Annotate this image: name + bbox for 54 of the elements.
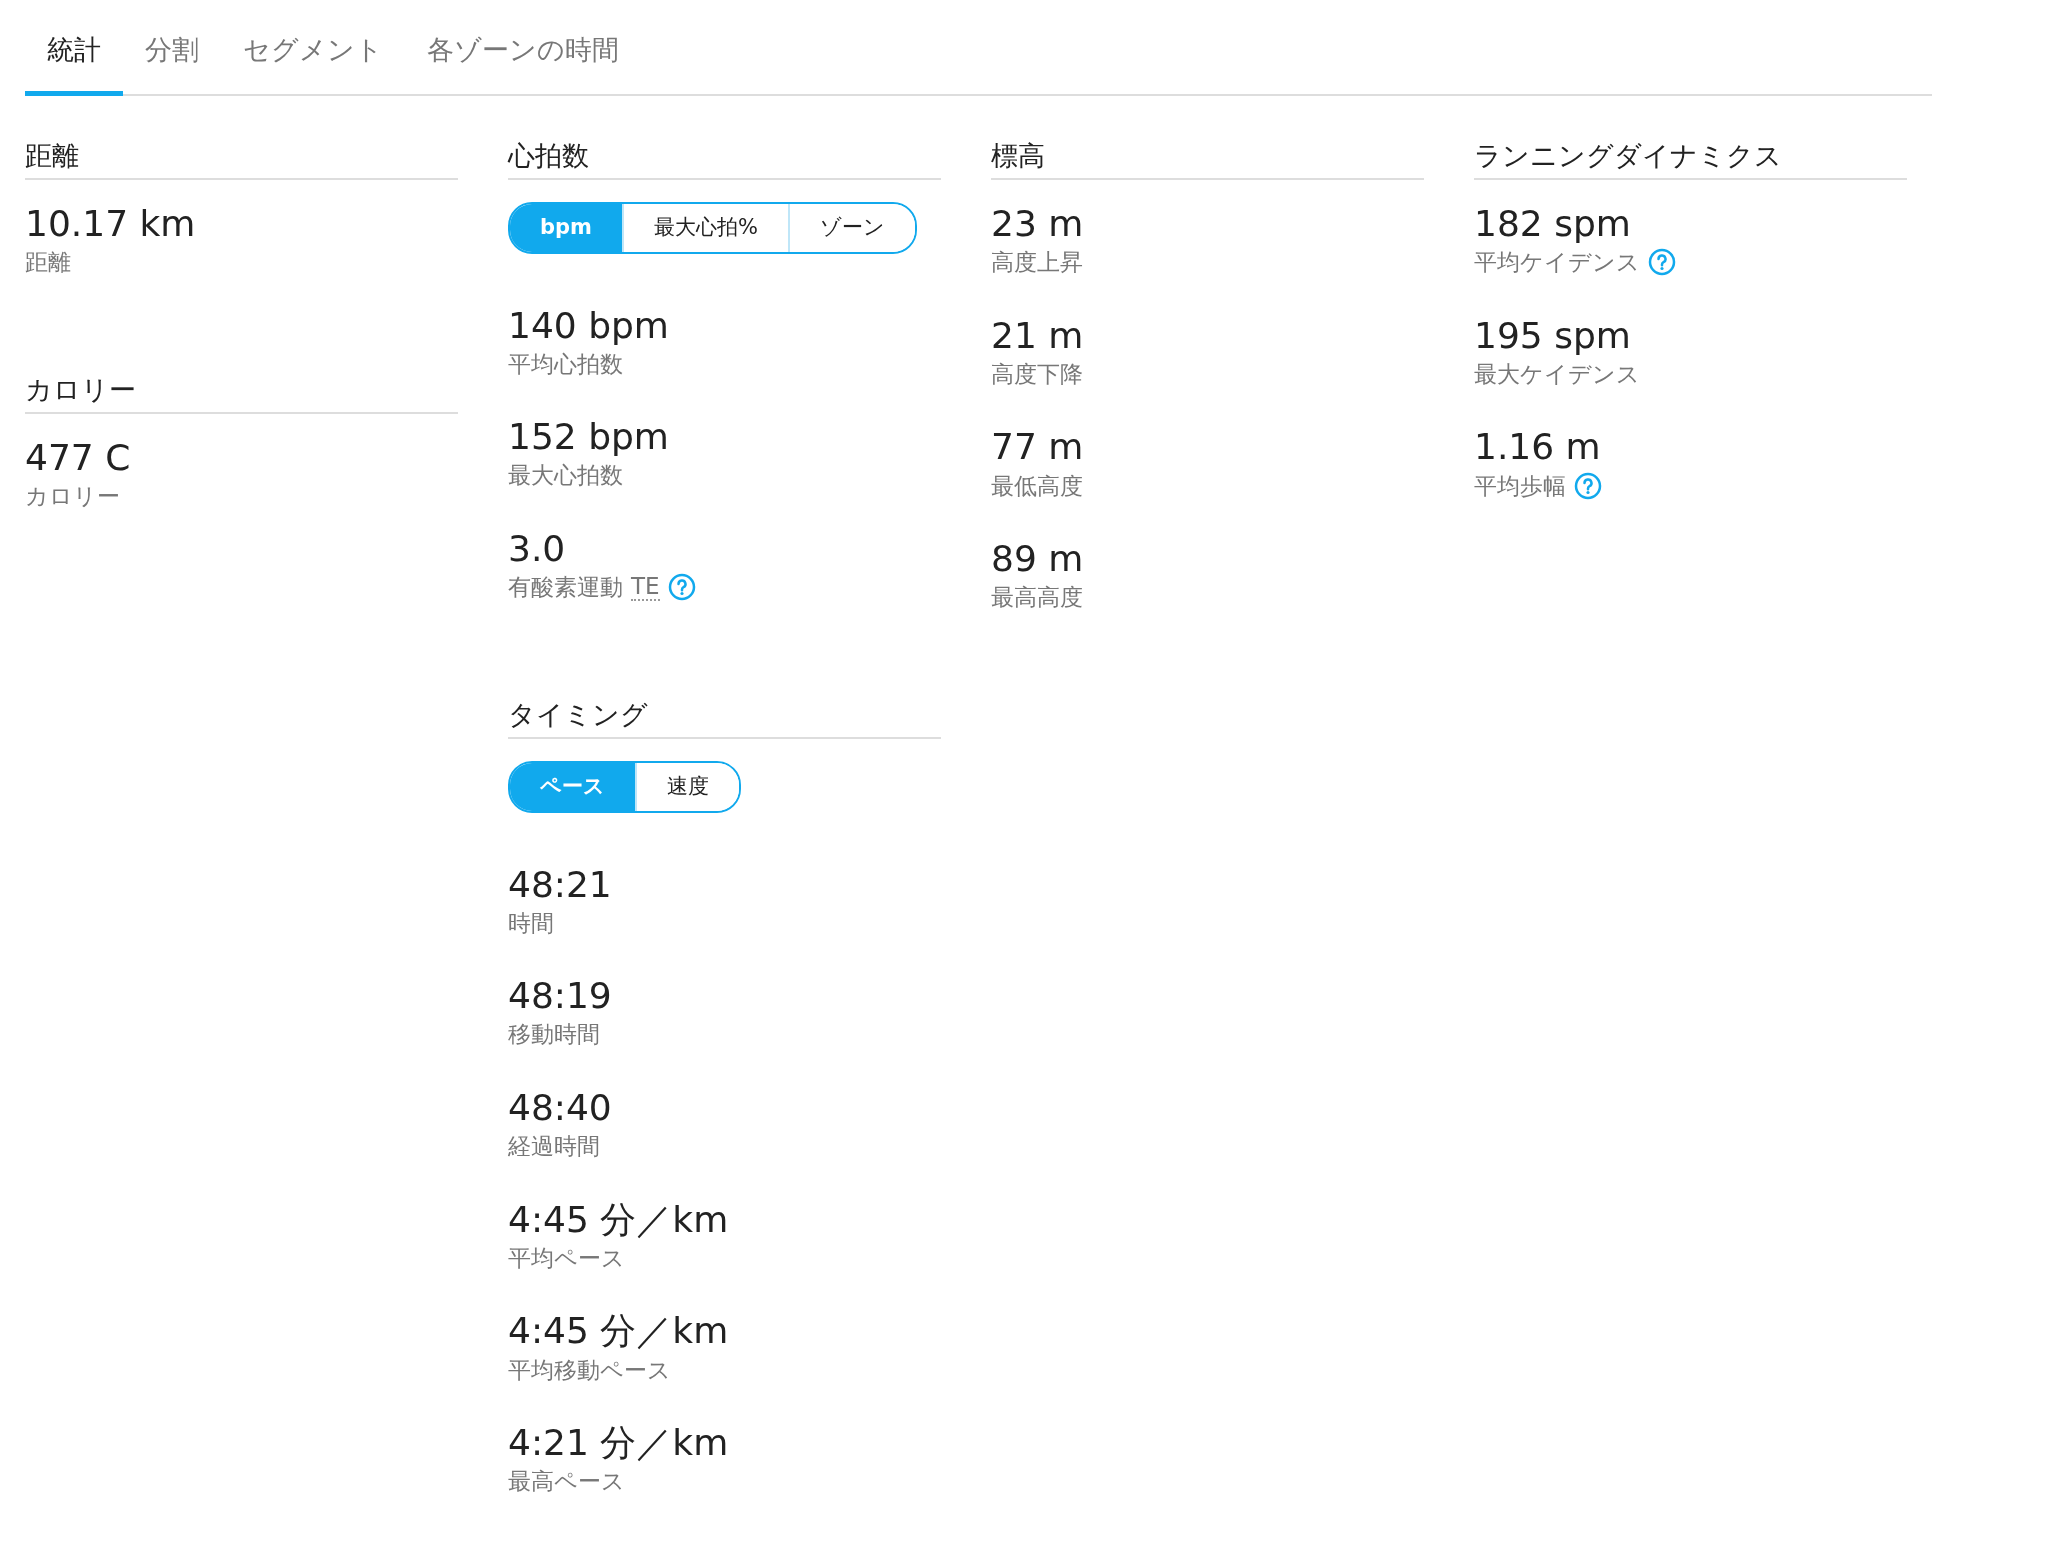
stat-label: 時間	[508, 908, 554, 938]
tab[interactable]: 各ゾーンの時間	[405, 0, 641, 96]
stat-value: 89 m	[991, 537, 1085, 581]
tab[interactable]: セグメント	[221, 0, 405, 96]
stat-label: 平均ペース	[508, 1243, 625, 1273]
stat-label: 経過時間	[508, 1132, 600, 1162]
stat-label: 平均移動ペース	[508, 1355, 671, 1385]
stat-value: 1.16 m	[1474, 425, 1602, 469]
stat-label: 高度上昇	[991, 248, 1083, 278]
stat-label: 最大心拍数	[508, 461, 623, 491]
help-icon[interactable]	[1648, 248, 1676, 277]
stat-value: 477 C	[25, 436, 132, 480]
section-heading: タイミング	[508, 694, 941, 740]
help-icon[interactable]	[1574, 471, 1602, 500]
tab[interactable]: 分割	[123, 0, 221, 96]
stat-value: 4:45 分／km	[508, 1197, 730, 1241]
stat-value: 48:21	[508, 862, 613, 906]
stat-value: 4:45 分／km	[508, 1309, 730, 1353]
stat-value: 10.17 km	[25, 202, 197, 246]
help-icon[interactable]	[667, 573, 696, 602]
stat-label: 最高高度	[991, 583, 1083, 613]
stat-label: 最低高度	[991, 471, 1083, 501]
toggle-option[interactable]: bpm	[510, 204, 622, 252]
stat-value: 4:21 分／km	[508, 1421, 730, 1465]
section-heading: 標高	[991, 135, 1424, 180]
stat-label: 移動時間	[508, 1020, 600, 1050]
stat-label: 平均心拍数	[508, 349, 623, 379]
toggle-option[interactable]: 速度	[635, 763, 739, 811]
stat-value: 48:19	[508, 974, 613, 1018]
stat-value: 48:40	[508, 1085, 613, 1130]
section-heading: カロリー	[25, 369, 458, 415]
section-heading: 距離	[25, 135, 458, 180]
stat-value: 77 m	[991, 425, 1085, 469]
toggle-option[interactable]: ペース	[510, 763, 635, 811]
stat-value: 3.0	[508, 526, 567, 571]
stat-label: カロリー	[25, 482, 120, 512]
section-heading: ランニングダイナミクス	[1474, 135, 1907, 180]
stat-value: 195 spm	[1474, 313, 1632, 357]
stat-value: 152 bpm	[508, 415, 670, 459]
abbreviation: TE	[631, 573, 660, 601]
stat-value: 23 m	[991, 202, 1085, 246]
stat-label: 最高ペース	[508, 1467, 625, 1497]
stat-label: 高度下降	[991, 359, 1083, 389]
stat-value: 140 bpm	[508, 303, 670, 347]
tab[interactable]: 統計	[25, 0, 123, 96]
stat-value: 182 spm	[1474, 202, 1632, 246]
stat-value: 21 m	[991, 313, 1085, 357]
stat-label: 平均ケイデンス	[1474, 248, 1640, 278]
stat-label: 有酸素運動	[508, 573, 623, 603]
stat-label: 最大ケイデンス	[1474, 359, 1640, 389]
stat-label: 距離	[25, 248, 71, 278]
section-heading: 心拍数	[508, 135, 941, 180]
toggle-option[interactable]: ゾーン	[787, 204, 915, 252]
stat-label: 平均歩幅	[1474, 471, 1566, 501]
